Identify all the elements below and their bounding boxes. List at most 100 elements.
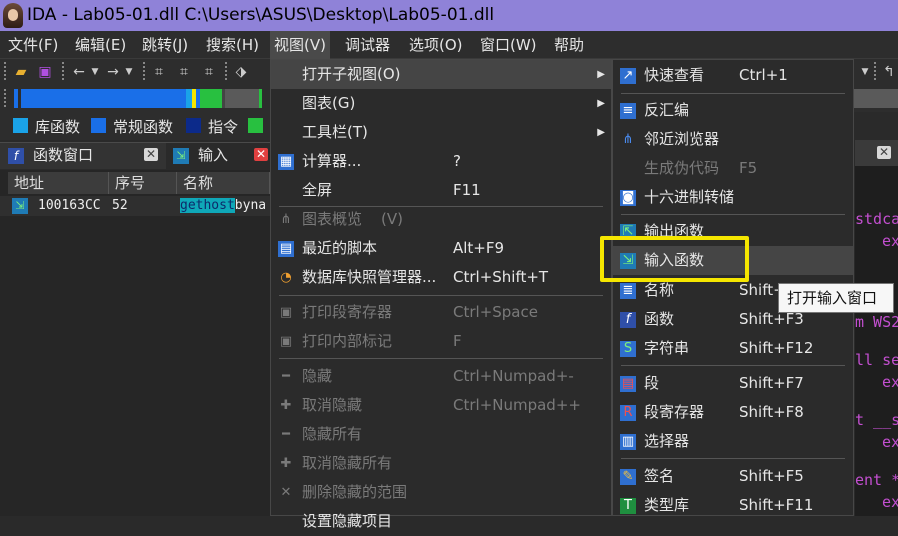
close-icon[interactable]: ✕: [144, 148, 158, 161]
menu-item-setup-hidden-items[interactable]: 设置隐藏项目: [271, 507, 611, 536]
functions-icon: f: [620, 312, 636, 328]
menu-search[interactable]: 搜索(H): [202, 31, 263, 59]
menu-item-fullscreen[interactable]: 全屏 F11: [271, 176, 611, 205]
calculator-icon: ▦: [278, 154, 294, 170]
legend-label-regular: 常规函数: [113, 118, 174, 136]
menu-view[interactable]: 视图(V): [270, 31, 330, 59]
menu-item-segments[interactable]: ▤ 段 Shift+F7: [613, 369, 853, 398]
menu-file[interactable]: 文件(F): [4, 31, 62, 59]
menu-item-shortcut: Ctrl+Shift+T: [453, 268, 549, 286]
imports-table: 地址 序号 名称 ⇲ 100163CC 52 gethostbyna: [0, 170, 270, 516]
menu-item-generate-pseudocode: 生成伪代码 F5: [613, 154, 853, 183]
menu-item-shortcut: Shift+F12: [739, 339, 814, 357]
code-line: stdca: [855, 210, 898, 228]
column-header-name[interactable]: 名称: [177, 172, 270, 194]
snapshot-icon: ◔: [280, 270, 292, 285]
menu-item-label: 打印段寄存器: [302, 303, 393, 321]
tab-functions-window[interactable]: f 函数窗口 ✕: [0, 143, 166, 169]
menu-edit[interactable]: 编辑(E): [71, 31, 130, 59]
menu-item-hide: ━ 隐藏 Ctrl+Numpad+-: [271, 362, 611, 391]
menu-item-proximity-browser[interactable]: ⋔ 邻近浏览器: [613, 125, 853, 154]
menu-item-shortcut: F5: [739, 159, 758, 177]
quick-view-icon: ↗: [620, 68, 636, 84]
menu-item-snapshot-manager[interactable]: ◔ 数据库快照管理器... Ctrl+Shift+T: [271, 263, 611, 292]
menu-item-label: 邻近浏览器: [644, 130, 720, 148]
menu-item-label: 选择器: [644, 432, 690, 450]
menu-separator: [621, 458, 845, 459]
menu-separator: [621, 214, 845, 215]
toolbar-grip: [4, 62, 6, 82]
menu-item-open-subviews[interactable]: 打开子视图(O) ▶: [271, 60, 611, 89]
menu-item-label: 全屏: [302, 181, 333, 199]
forward-dropdown-icon[interactable]: ▼: [120, 63, 138, 81]
cell-address[interactable]: 100163CC: [38, 196, 101, 216]
segments-icon: ▤: [620, 376, 636, 392]
menu-item-unhide: ✚ 取消隐藏 Ctrl+Numpad++: [271, 391, 611, 420]
menu-jump[interactable]: 跳转(J): [138, 31, 192, 59]
menu-item-label: 隐藏所有: [302, 425, 363, 443]
menu-item-selectors[interactable]: ▥ 选择器: [613, 427, 853, 456]
plugin-icon[interactable]: ⬗: [232, 63, 250, 81]
menu-item-label: 函数: [644, 310, 675, 328]
nav-segment-green[interactable]: [259, 89, 262, 108]
legend-label-instruction: 指令: [208, 118, 239, 136]
open-icon[interactable]: ▰: [12, 63, 30, 81]
menu-item-label: 打印内部标记: [302, 332, 393, 350]
menu-item-label: 签名: [644, 467, 675, 485]
cell-ordinal[interactable]: 52: [112, 196, 128, 216]
menu-options[interactable]: 选项(O): [405, 31, 467, 59]
tab-imports[interactable]: ⇲ 输入 ✕: [166, 143, 270, 169]
menu-item-print-segment-registers: ▣ 打印段寄存器 Ctrl+Space: [271, 298, 611, 327]
cross-reference-icon[interactable]: ↰: [880, 63, 898, 81]
hex-dump-icon: ◙: [620, 190, 636, 206]
annotation-highlight-box: [600, 236, 749, 282]
menu-item-recent-scripts[interactable]: ▤ 最近的脚本 Alt+F9: [271, 234, 611, 263]
column-header-address[interactable]: 地址: [8, 172, 109, 194]
close-icon[interactable]: ✕: [877, 146, 891, 159]
close-icon[interactable]: ✕: [254, 148, 268, 161]
menu-item-label: 图表(G): [302, 94, 356, 112]
cell-name[interactable]: gethostbyna: [180, 196, 266, 216]
minus-icon: ━: [282, 369, 290, 384]
menu-item-label: 删除隐藏的范围: [302, 483, 408, 501]
disassembly-icon: ≡: [620, 103, 636, 119]
plus-icon: ✚: [280, 398, 292, 413]
toolbar-separator: [225, 62, 227, 82]
menu-item-graphs[interactable]: 图表(G) ▶: [271, 89, 611, 118]
menu-item-toolbars[interactable]: 工具栏(T) ▶: [271, 118, 611, 147]
menu-item-shortcut: Shift+F8: [739, 403, 804, 421]
menu-item-delete-hidden-range: ✕ 删除隐藏的范围: [271, 478, 611, 507]
menu-item-signatures[interactable]: ✎ 签名 Shift+F5: [613, 462, 853, 491]
column-header-ordinal[interactable]: 序号: [109, 172, 177, 194]
menu-item-disassembly[interactable]: ≡ 反汇编: [613, 96, 853, 125]
nav-segment-unexplored[interactable]: [225, 89, 259, 108]
menu-windows[interactable]: 窗口(W): [476, 31, 541, 59]
menu-item-shortcut: Ctrl+1: [739, 66, 788, 84]
string-icon[interactable]: ⌗: [200, 63, 218, 81]
toolbar-separator: [62, 62, 64, 82]
save-icon[interactable]: ▣: [36, 63, 54, 81]
back-dropdown-icon[interactable]: ▼: [86, 63, 104, 81]
menu-bar: 文件(F) 编辑(E) 跳转(J) 搜索(H) 视图(V) 调试器 选项(O) …: [0, 31, 898, 59]
menu-separator: [279, 295, 603, 296]
menu-item-shortcut: Ctrl+Numpad+-: [453, 367, 574, 385]
menu-item-calculator[interactable]: ▦ 计算器...?: [271, 147, 611, 176]
code-icon[interactable]: ⌗: [150, 63, 168, 81]
menu-help[interactable]: 帮助: [550, 31, 588, 59]
data-icon[interactable]: ⌗: [175, 63, 193, 81]
menu-item-hex-dump[interactable]: ◙ 十六进制转储: [613, 183, 853, 212]
nav-segment-regular[interactable]: [21, 89, 186, 108]
menu-item-strings[interactable]: S 字符串 Shift+F12: [613, 334, 853, 363]
menu-item-shortcut: (V): [381, 210, 403, 228]
menu-item-label: 工具栏(T): [302, 123, 368, 141]
proximity-browser-icon: ⋔: [622, 132, 634, 147]
menu-item-segment-registers[interactable]: R 段寄存器 Shift+F8: [613, 398, 853, 427]
menu-item-quick-view[interactable]: ↗ 快速查看 Ctrl+1: [613, 61, 853, 90]
menu-debugger[interactable]: 调试器: [341, 31, 394, 59]
nav-segment-green[interactable]: [200, 89, 222, 108]
nav-segment-unexplored[interactable]: [854, 89, 898, 108]
menu-item-shortcut: Ctrl+Space: [453, 303, 538, 321]
toolbar-dropdown-icon[interactable]: ▼: [856, 63, 874, 81]
tooltip: 打开输入窗口: [778, 283, 894, 313]
code-line: ll se: [855, 351, 898, 369]
